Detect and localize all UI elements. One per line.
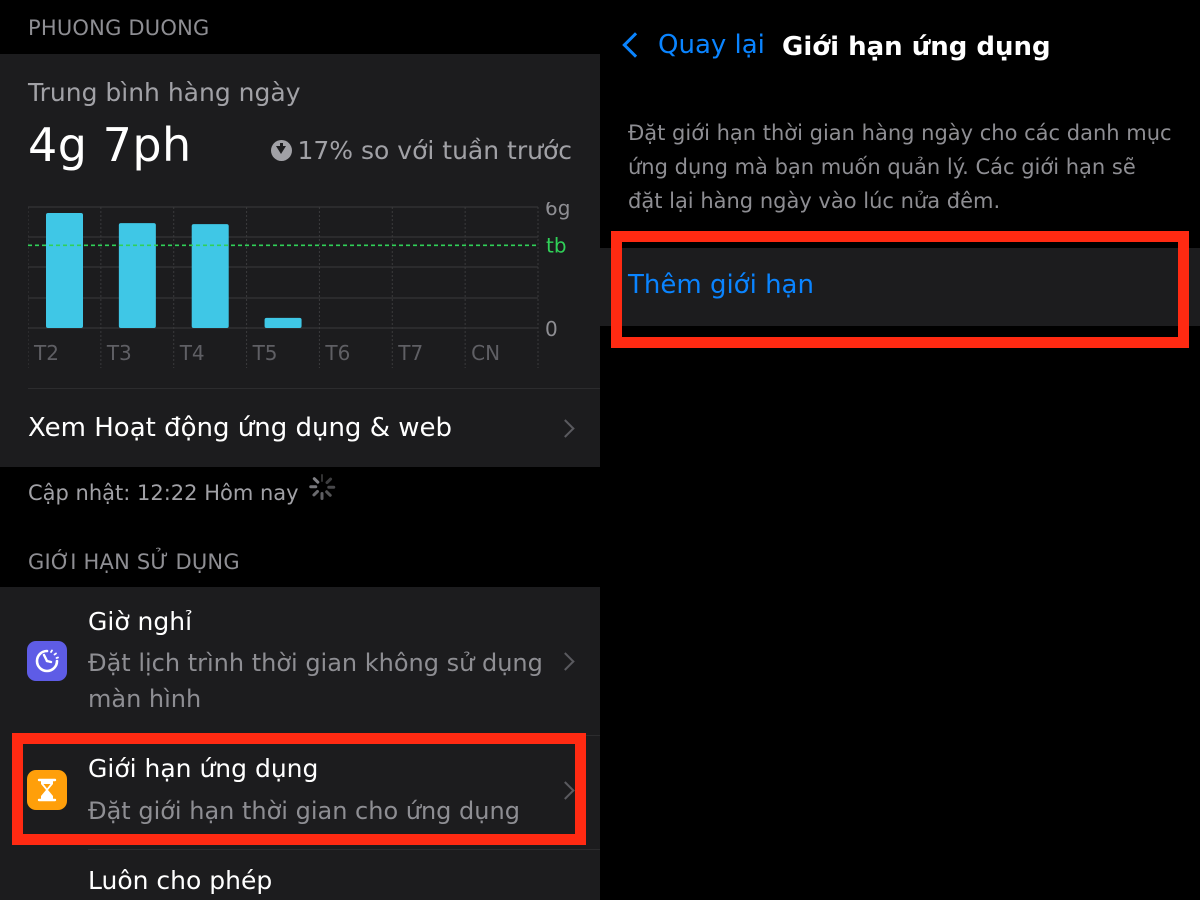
- view-activity-label: Xem Hoạt động ứng dụng & web: [28, 413, 452, 443]
- view-app-web-activity-row[interactable]: Xem Hoạt động ứng dụng & web: [0, 389, 600, 467]
- chart-y-tick-label: 6g: [545, 202, 570, 220]
- chart-bar: [118, 223, 156, 328]
- chart-bar: [46, 213, 83, 328]
- chevron-left-icon: [622, 32, 648, 58]
- downtime-icon: [27, 641, 67, 681]
- back-label: Quay lại: [658, 30, 765, 60]
- last-updated-text: Cập nhật: 12:22 Hôm nay: [28, 481, 299, 505]
- chart-x-tick-label: T5: [252, 341, 278, 365]
- usage-limits-header: GIỚI HẠN SỬ DỤNG: [28, 550, 240, 574]
- back-button[interactable]: Quay lại: [620, 30, 765, 60]
- page-title: Giới hạn ứng dụng: [782, 32, 1051, 62]
- daily-average-card[interactable]: Trung bình hàng ngày 4g 7ph 17% so với t…: [0, 54, 600, 467]
- weekly-trend-text: 17% so với tuần trước: [297, 136, 573, 165]
- chart-x-tick-label: T4: [179, 341, 205, 365]
- downtime-row[interactable]: Giờ nghỉ Đặt lịch trình thời gian không …: [0, 587, 600, 735]
- chart-x-tick-label: T3: [106, 341, 132, 365]
- app-limits-description: Đặt giới hạn thời gian hàng ngày cho các…: [628, 121, 1172, 213]
- chart-bar: [191, 224, 229, 328]
- highlight-box: [12, 733, 586, 845]
- highlight-box: [611, 231, 1189, 348]
- chart-x-tick-label: T7: [397, 341, 423, 365]
- spinner-tick: [320, 492, 324, 500]
- downtime-title: Giờ nghỉ: [88, 607, 193, 636]
- spinner-tick: [324, 476, 332, 485]
- app-limits-panel: Quay lại Giới hạn ứng dụng Đặt giới hạn …: [600, 0, 1200, 900]
- chevron-right-icon: [556, 652, 575, 671]
- daily-average-label: Trung bình hàng ngày: [28, 78, 301, 107]
- screen-time-panel: PHUONG DUONG Trung bình hàng ngày 4g 7ph…: [0, 0, 600, 900]
- weekly-trend: 17% so với tuần trước: [270, 136, 573, 165]
- spinner-tick: [320, 474, 324, 482]
- loading-spinner-icon: [308, 474, 335, 500]
- down-arrow-circle-icon: [270, 140, 292, 161]
- chart-x-tick-label: CN: [471, 341, 500, 365]
- chart-bar: [264, 317, 302, 328]
- spinner-tick: [324, 489, 332, 498]
- spinner-tick: [308, 485, 317, 489]
- chart-x-tick-label: T2: [33, 341, 59, 365]
- downtime-subtitle: Đặt lịch trình thời gian không sử dụng m…: [88, 649, 543, 713]
- always-allowed-title: Luôn cho phép: [88, 866, 273, 895]
- chart-x-tick-label: T6: [324, 341, 350, 365]
- daily-average-value: 4g 7ph: [28, 118, 192, 172]
- user-section-header: PHUONG DUONG: [28, 16, 210, 40]
- chevron-right-icon: [556, 419, 575, 438]
- spinner-tick: [311, 489, 320, 498]
- always-allowed-row[interactable]: Luôn cho phép: [0, 850, 600, 900]
- chart-average-label: tb: [546, 233, 567, 257]
- spinner-tick: [311, 476, 320, 485]
- weekly-usage-chart: tb 6g 0 T2 T3 T4 T5 T6 T7 CN: [28, 202, 570, 368]
- spinner-tick: [326, 485, 335, 489]
- last-updated: Cập nhật: 12:22 Hôm nay: [28, 474, 335, 506]
- chart-y-tick-label: 0: [545, 317, 558, 341]
